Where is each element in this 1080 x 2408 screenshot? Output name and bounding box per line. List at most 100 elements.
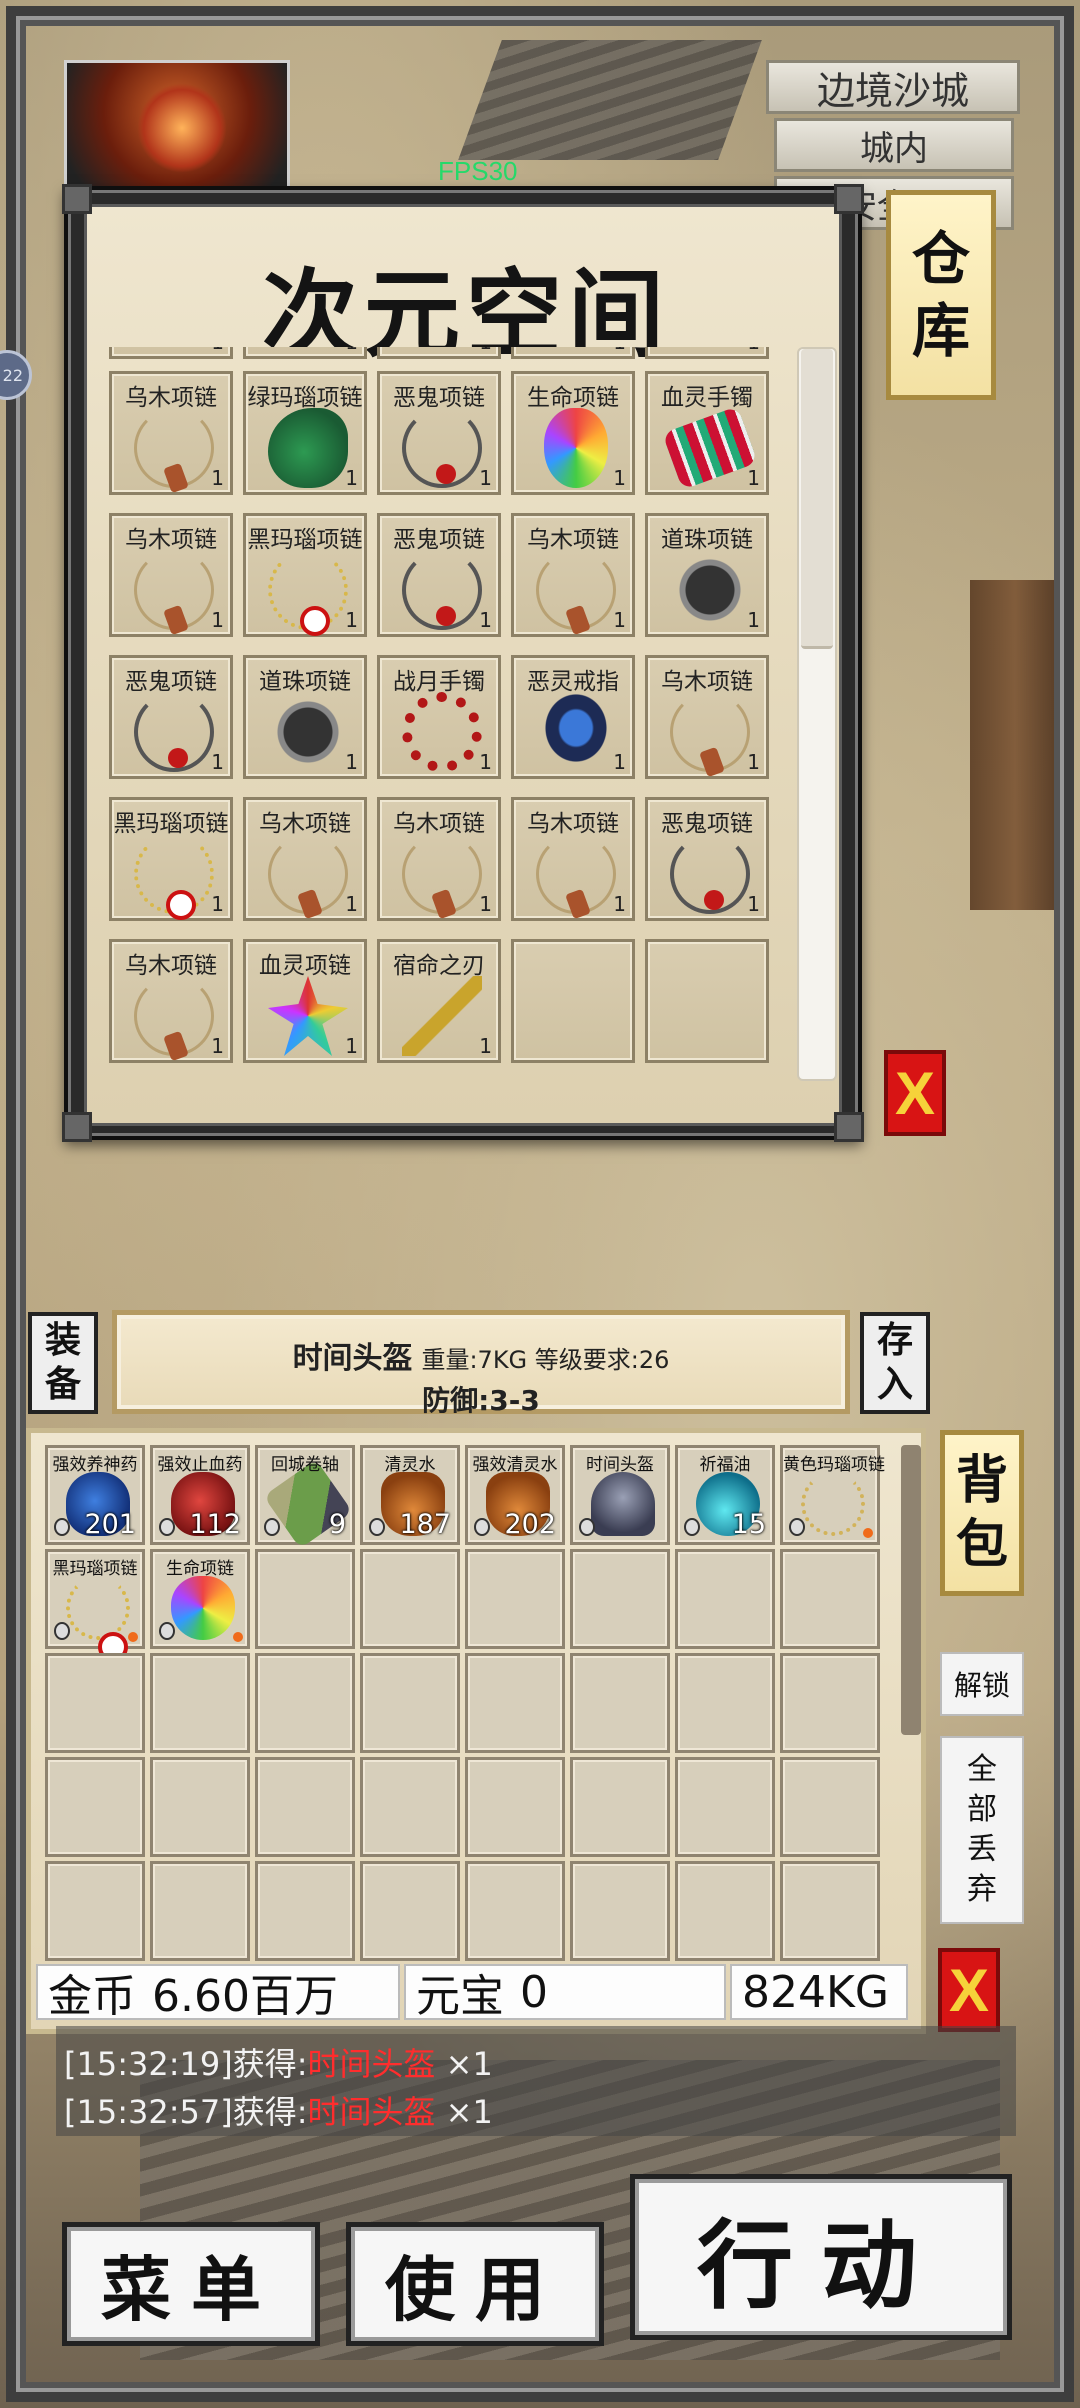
bag-close-button[interactable]: X — [938, 1948, 1000, 2032]
drop-all-char: 丢 — [967, 1832, 997, 1867]
action-button[interactable]: 行动 — [630, 2174, 1012, 2340]
bag-slot[interactable] — [570, 1653, 670, 1753]
bag-slot[interactable] — [675, 1861, 775, 1961]
bag-slot[interactable] — [570, 1861, 670, 1961]
bag-slot[interactable]: 时间头盔 — [570, 1445, 670, 1545]
warehouse-slot[interactable]: 生命项链 1 — [511, 371, 635, 495]
warehouse-slot[interactable]: 道珠项链 1 — [243, 655, 367, 779]
item-name: 时间头盔 — [292, 1341, 413, 1376]
item-count: 1 — [479, 892, 492, 916]
bag-slot[interactable] — [465, 1861, 565, 1961]
bag-slot[interactable] — [360, 1549, 460, 1649]
item-name: 乌木项链 — [125, 385, 217, 411]
bag-slot[interactable]: 回城卷轴 9 — [255, 1445, 355, 1549]
bag-slot[interactable] — [255, 1549, 355, 1649]
warehouse-slot[interactable]: 黑玛瑙项链 1 — [243, 513, 367, 637]
equip-button[interactable]: 装 备 — [28, 1312, 98, 1414]
warehouse-slot[interactable]: 乌木项链 1 — [109, 513, 233, 637]
bag-slot[interactable]: 强效清灵水 202 — [465, 1445, 565, 1545]
bag-slot[interactable] — [675, 1757, 775, 1857]
bag-slot[interactable] — [360, 1757, 460, 1857]
unlock-button[interactable]: 解锁 — [940, 1652, 1024, 1716]
bag-slot[interactable] — [465, 1757, 565, 1857]
bag-slot[interactable]: 黑玛瑙项链 — [45, 1549, 145, 1662]
warehouse-slot[interactable]: 道珠项链 1 — [645, 513, 769, 637]
warehouse-slot[interactable]: 战月手镯 1 — [377, 655, 501, 779]
scroll-thumb[interactable] — [801, 349, 833, 649]
bag-slot[interactable] — [465, 1653, 565, 1753]
warehouse-slot[interactable]: 1 — [109, 347, 233, 359]
warehouse-slot[interactable]: 1 — [511, 347, 635, 359]
bag-panel: 强效养神药 201 强效止血药 112 回城卷轴 9 清灵水 187 强效清灵水 202 时间头盔 祈… — [26, 1428, 926, 2034]
black-agate-necklace-icon — [66, 1576, 130, 1662]
warehouse-slot[interactable]: 乌木项链 1 — [511, 797, 635, 921]
player-avatar[interactable] — [64, 60, 290, 190]
warehouse-scrollbar[interactable] — [797, 347, 837, 1081]
warehouse-slot[interactable]: 血灵项链 1 — [243, 939, 367, 1063]
bag-slot[interactable] — [780, 1861, 880, 1961]
warehouse-tab[interactable]: 仓 库 — [886, 190, 996, 400]
bag-slot[interactable] — [45, 1653, 145, 1753]
bag-slot[interactable]: 强效养神药 201 — [45, 1445, 145, 1545]
warehouse-slot[interactable]: 乌木项链 1 — [109, 371, 233, 495]
bag-slot[interactable]: 强效止血药 112 — [150, 1445, 250, 1545]
warehouse-slot[interactable]: 绿玛瑙项链 1 — [243, 371, 367, 495]
warehouse-close-button[interactable]: X — [884, 1050, 946, 1136]
item-name: 生命项链 — [527, 385, 619, 411]
warehouse-slot[interactable]: 恶鬼项链 1 — [109, 655, 233, 779]
bag-slot[interactable]: 黄色玛瑙项链 — [780, 1445, 885, 1545]
item-name: 恶鬼项链 — [125, 669, 217, 695]
drop-all-button[interactable]: 全 部 丢 弃 — [940, 1736, 1024, 1924]
bag-scrollbar[interactable] — [901, 1445, 921, 1735]
warehouse-slot[interactable] — [511, 939, 635, 1063]
bag-slot[interactable] — [570, 1757, 670, 1857]
warehouse-slot[interactable]: 黑玛瑙项链 1 — [109, 797, 233, 921]
warehouse-slot[interactable]: 血灵手镯 1 — [645, 371, 769, 495]
store-button[interactable]: 存 入 — [860, 1312, 930, 1414]
bag-slot[interactable] — [45, 1861, 145, 1961]
bag-slot[interactable]: 生命项链 — [150, 1549, 250, 1649]
bag-slot[interactable] — [780, 1757, 880, 1857]
warehouse-slot[interactable]: 1 — [243, 347, 367, 359]
log-time: [15:32:57]获得: — [64, 2093, 308, 2131]
warehouse-slot[interactable]: 恶鬼项链 1 — [377, 513, 501, 637]
bag-slot[interactable] — [360, 1653, 460, 1753]
evil-ghost-necklace-icon — [134, 692, 214, 772]
bag-slot[interactable] — [675, 1653, 775, 1753]
warehouse-slot[interactable]: 乌木项链 1 — [377, 797, 501, 921]
warehouse-slot[interactable]: 乌木项链 1 — [109, 939, 233, 1063]
warehouse-slot[interactable]: 1 — [645, 347, 769, 359]
bag-slot[interactable]: 清灵水 187 — [360, 1445, 460, 1545]
warehouse-slot[interactable]: 恶鬼项链 1 — [645, 797, 769, 921]
lock-icon — [474, 1518, 490, 1536]
warehouse-slot[interactable]: 恶灵戒指 1 — [511, 655, 635, 779]
item-name: 黑玛瑙项链 — [247, 527, 363, 553]
bag-slot[interactable] — [150, 1757, 250, 1857]
bag-slot[interactable] — [465, 1549, 565, 1649]
bag-slot[interactable] — [150, 1861, 250, 1961]
item-count: 1 — [345, 466, 358, 490]
bag-slot[interactable] — [255, 1757, 355, 1857]
bag-slot[interactable] — [675, 1549, 775, 1649]
warehouse-slot[interactable]: 乌木项链 1 — [645, 655, 769, 779]
bag-slot[interactable] — [570, 1549, 670, 1649]
warehouse-slot[interactable]: 宿命之刃 1 — [377, 939, 501, 1063]
use-button[interactable]: 使用 — [346, 2222, 604, 2346]
bag-slot[interactable] — [45, 1757, 145, 1857]
bag-slot[interactable] — [255, 1653, 355, 1753]
menu-button[interactable]: 菜单 — [62, 2222, 320, 2346]
message-log: [15:32:19]获得:时间头盔 ×1 [15:32:57]获得:时间头盔 ×… — [56, 2026, 1016, 2136]
bag-slot[interactable] — [255, 1861, 355, 1961]
bag-tab[interactable]: 背 包 — [940, 1430, 1024, 1596]
item-count: 9 — [328, 1509, 346, 1540]
bag-slot[interactable] — [150, 1653, 250, 1753]
warehouse-slot[interactable]: 乌木项链 1 — [243, 797, 367, 921]
warehouse-slot[interactable]: 乌木项链 1 — [511, 513, 635, 637]
warehouse-slot[interactable] — [645, 939, 769, 1063]
bag-slot[interactable] — [780, 1653, 880, 1753]
warehouse-slot[interactable]: 恶鬼项链 1 — [377, 371, 501, 495]
bag-slot[interactable] — [360, 1861, 460, 1961]
bag-slot[interactable]: 祈福油 15 — [675, 1445, 775, 1545]
warehouse-slot[interactable]: 1 — [377, 347, 501, 359]
bag-slot[interactable] — [780, 1549, 880, 1649]
